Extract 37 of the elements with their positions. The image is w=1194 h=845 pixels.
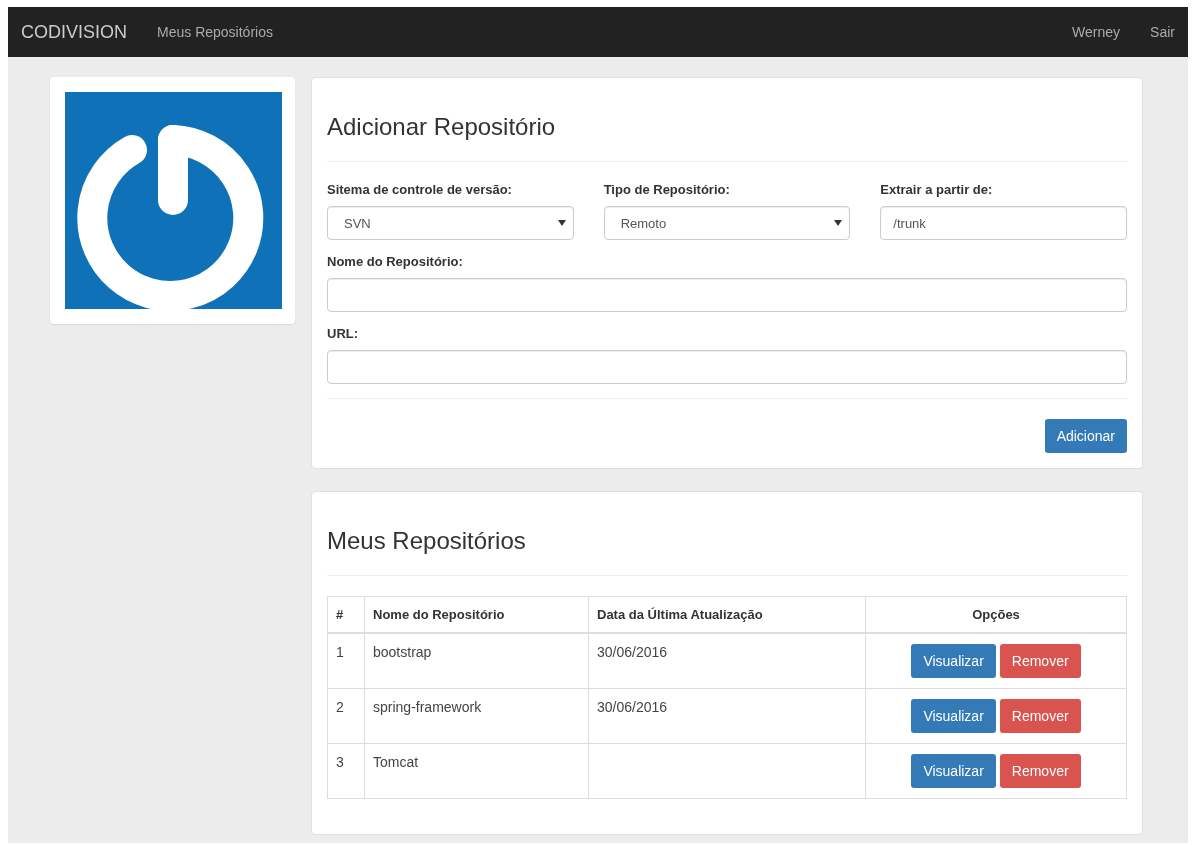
table-cell: 30/06/2016 — [588, 633, 866, 689]
remove-button[interactable]: Remover — [999, 754, 1081, 788]
caret-icon — [557, 220, 566, 226]
field-label: Nome do Repositório: — [327, 254, 464, 269]
select-field[interactable]: Remoto — [603, 206, 851, 240]
add-button[interactable]: Adicionar — [1044, 419, 1127, 453]
input-field[interactable] — [327, 278, 1127, 312]
nav-link[interactable]: Sair — [1150, 24, 1175, 40]
column-header: Data da Última Atualização — [588, 596, 866, 633]
brand[interactable]: CODIVISION — [21, 21, 127, 43]
column-header: Nome do Repositório — [364, 596, 589, 633]
table-cell: 1 — [327, 633, 365, 689]
field-label: Extrair a partir de: — [880, 182, 994, 197]
input-field[interactable] — [327, 350, 1127, 384]
view-button[interactable]: Visualizar — [911, 754, 996, 788]
column-header: Opções — [865, 596, 1127, 633]
card-title: Meus Repositórios — [327, 527, 527, 555]
caret-icon — [834, 220, 843, 226]
field-label: Tipo de Repositório: — [603, 182, 731, 197]
view-button[interactable]: Visualizar — [911, 699, 996, 733]
field-label: Sitema de controle de versão: — [327, 182, 513, 197]
field-label: URL: — [327, 326, 360, 341]
table-cell: 2 — [327, 688, 365, 744]
nav-link[interactable]: Meus Repositórios — [157, 24, 273, 40]
nav-link[interactable]: Werney — [1072, 24, 1121, 40]
card-title: Adicionar Repositório — [327, 113, 557, 141]
table-cell: 30/06/2016 — [588, 688, 866, 744]
column-header: # — [327, 596, 365, 633]
table-cell: spring-framework — [364, 688, 589, 744]
select-field[interactable]: SVN — [327, 206, 574, 240]
input-field[interactable]: /trunk — [880, 206, 1127, 240]
view-button[interactable]: Visualizar — [911, 644, 996, 678]
remove-button[interactable]: Remover — [999, 699, 1081, 733]
table-cell: bootstrap — [364, 633, 589, 689]
remove-button[interactable]: Remover — [999, 644, 1081, 678]
table-cell: 3 — [327, 743, 365, 799]
table-cell: Tomcat — [364, 743, 589, 799]
